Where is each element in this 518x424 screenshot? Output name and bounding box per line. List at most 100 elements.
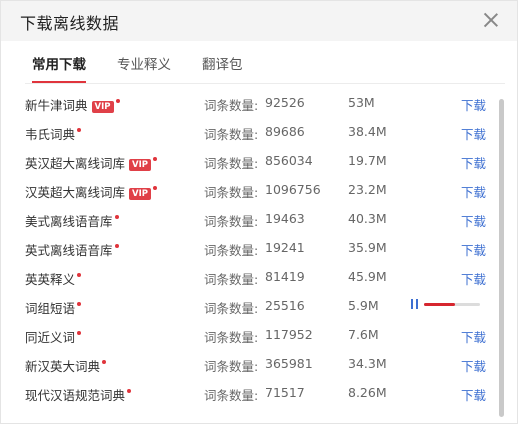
download-link[interactable]: 下载: [461, 240, 486, 259]
entry-count-label: 词条数量:: [204, 359, 259, 374]
tab-translation-packs[interactable]: 翻译包: [202, 53, 243, 73]
dictionary-name: 英英释义: [25, 269, 82, 288]
dictionary-name: 新汉英大词典: [25, 356, 107, 375]
download-link[interactable]: 下载: [461, 95, 486, 114]
entry-count-label: 词条数量:: [204, 185, 259, 200]
vip-badge: VIP: [129, 159, 151, 171]
download-link[interactable]: 下载: [461, 385, 486, 404]
tab-common-downloads[interactable]: 常用下载: [32, 53, 86, 73]
entry-count: 92526: [265, 95, 305, 110]
dictionary-name: 英式离线语音库: [25, 240, 119, 259]
list-item: 新汉英大词典 词条数量: 365981 34.3M 下载: [1, 350, 497, 379]
new-dot-indicator: [77, 331, 82, 335]
new-dot-indicator: [114, 244, 119, 248]
dictionary-name: 现代汉语规范词典: [25, 385, 132, 404]
dictionary-name: 新牛津词典 VIP: [25, 95, 120, 114]
scrollbar-thumb[interactable]: [499, 99, 504, 417]
vip-badge: VIP: [129, 188, 151, 200]
dictionary-name-label: 现代汉语规范词典: [25, 388, 126, 403]
entry-count: 89686: [265, 124, 305, 139]
file-size: 19.7M: [348, 153, 387, 168]
file-size: 7.6M: [348, 327, 379, 342]
download-link[interactable]: 下载: [461, 153, 486, 172]
entry-count-label: 词条数量:: [204, 330, 259, 345]
dictionary-name: 同近义词: [25, 327, 82, 346]
dictionary-name-label: 韦氏词典: [25, 127, 76, 142]
list-item: 新牛津词典 VIP 词条数量: 92526 53M 下载: [1, 89, 497, 118]
entry-count-label: 词条数量:: [204, 388, 259, 403]
entry-count: 117952: [265, 327, 313, 342]
new-dot-indicator: [77, 302, 82, 306]
tabs-divider: [25, 83, 505, 84]
entry-count: 19241: [265, 240, 305, 255]
pause-icon[interactable]: [410, 299, 419, 309]
dictionary-name: 美式离线语音库: [25, 211, 119, 230]
download-link[interactable]: 下载: [461, 269, 486, 288]
download-progress-fill: [424, 303, 455, 306]
title-bar: 下载离线数据: [1, 1, 517, 41]
download-link[interactable]: 下载: [461, 327, 486, 346]
entry-count-label: 词条数量:: [204, 98, 259, 113]
download-offline-data-dialog: 下载离线数据 常用下载 专业释义 翻译包 新牛津词典 VIP 词条数量: 92526 5…: [0, 0, 518, 424]
dictionary-name-label: 词组短语: [25, 301, 76, 316]
entry-count: 365981: [265, 356, 313, 371]
dictionary-name-label: 英汉超大离线词库: [25, 156, 126, 171]
file-size: 34.3M: [348, 356, 387, 371]
entry-count: 71517: [265, 385, 305, 400]
list-item: 词组短语 词条数量: 25516 5.9M: [1, 292, 497, 321]
entry-count-label: 词条数量:: [204, 127, 259, 142]
file-size: 5.9M: [348, 298, 379, 313]
close-icon[interactable]: [483, 12, 499, 28]
file-size: 8.26M: [348, 385, 387, 400]
download-link[interactable]: 下载: [461, 124, 486, 143]
dictionary-name-label: 新牛津词典: [25, 98, 88, 113]
list-item: 同近义词 词条数量: 117952 7.6M 下载: [1, 321, 497, 350]
new-dot-indicator: [127, 389, 132, 393]
tab-professional-definitions[interactable]: 专业释义: [117, 53, 171, 73]
dictionary-name-label: 同近义词: [25, 330, 76, 345]
download-progress-bar: [424, 303, 480, 306]
list-item: 汉英超大离线词库 VIP 词条数量: 1096756 23.2M 下载: [1, 176, 497, 205]
entry-count: 856034: [265, 153, 313, 168]
vip-badge: VIP: [91, 101, 114, 113]
dictionary-name: 英汉超大离线词库 VIP: [25, 153, 157, 172]
new-dot-indicator: [153, 157, 157, 161]
entry-count: 81419: [265, 269, 305, 284]
entry-count: 19463: [265, 211, 305, 226]
scrollbar[interactable]: [499, 99, 504, 417]
dictionary-name-label: 英英释义: [25, 272, 76, 287]
list-item: 韦氏词典 词条数量: 89686 38.4M 下载: [1, 118, 497, 147]
entry-count: 25516: [265, 298, 305, 313]
entry-count: 1096756: [265, 182, 321, 197]
dictionary-list: 新牛津词典 VIP 词条数量: 92526 53M 下载 韦氏词典 词条数量: 89686 38.…: [1, 89, 497, 408]
entry-count-label: 词条数量:: [204, 214, 259, 229]
file-size: 40.3M: [348, 211, 387, 226]
tab-bar: 常用下载 专业释义 翻译包: [1, 41, 517, 84]
file-size: 45.9M: [348, 269, 387, 284]
entry-count-label: 词条数量:: [204, 301, 259, 316]
dictionary-name-label: 新汉英大词典: [25, 359, 101, 374]
list-item: 英英释义 词条数量: 81419 45.9M 下载: [1, 263, 497, 292]
file-size: 23.2M: [348, 182, 387, 197]
dictionary-name-label: 美式离线语音库: [25, 214, 113, 229]
file-size: 53M: [348, 95, 375, 110]
dialog-title: 下载离线数据: [20, 14, 120, 33]
new-dot-indicator: [153, 186, 157, 190]
new-dot-indicator: [77, 128, 82, 132]
dictionary-name: 韦氏词典: [25, 124, 82, 143]
list-item: 英汉超大离线词库 VIP 词条数量: 856034 19.7M 下载: [1, 147, 497, 176]
download-link[interactable]: 下载: [461, 356, 486, 375]
list-item: 英式离线语音库 词条数量: 19241 35.9M 下载: [1, 234, 497, 263]
dictionary-name: 词组短语: [25, 298, 82, 317]
new-dot-indicator: [102, 360, 107, 364]
list-item: 现代汉语规范词典 词条数量: 71517 8.26M 下载: [1, 379, 497, 408]
download-link[interactable]: 下载: [461, 211, 486, 230]
dictionary-name-label: 英式离线语音库: [25, 243, 113, 258]
entry-count-label: 词条数量:: [204, 243, 259, 258]
new-dot-indicator: [77, 273, 82, 277]
new-dot-indicator: [114, 215, 119, 219]
list-item: 美式离线语音库 词条数量: 19463 40.3M 下载: [1, 205, 497, 234]
dictionary-name: 汉英超大离线词库 VIP: [25, 182, 157, 201]
dictionary-name-label: 汉英超大离线词库: [25, 185, 126, 200]
download-link[interactable]: 下载: [461, 182, 486, 201]
